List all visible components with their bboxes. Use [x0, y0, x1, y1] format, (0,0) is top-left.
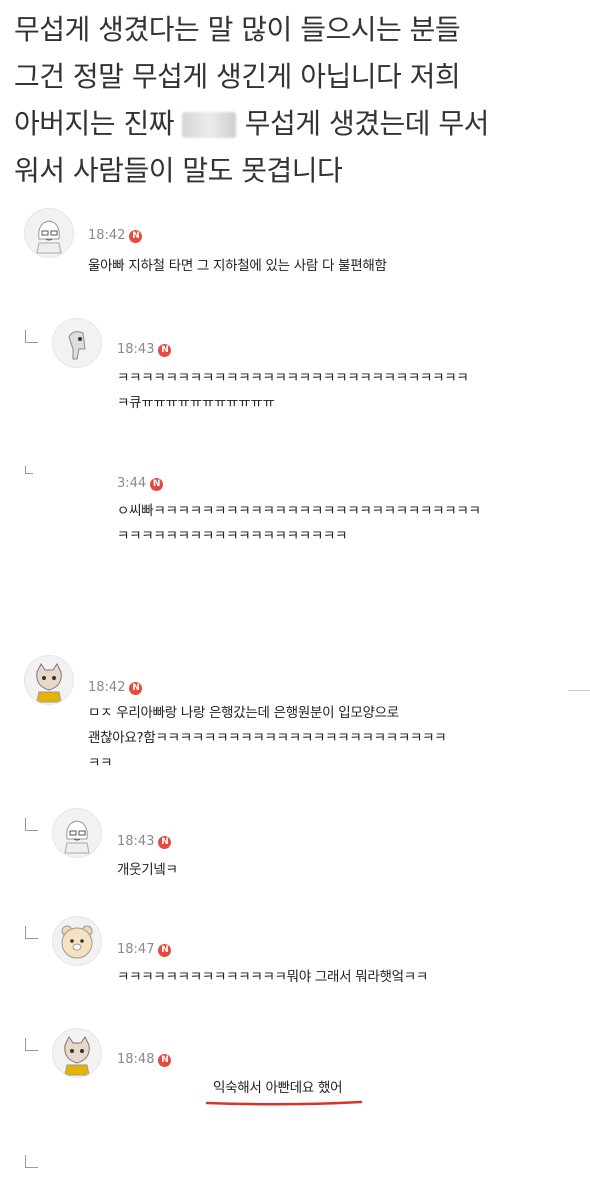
comment-text: 익숙해서 아빤데요 했어 — [213, 1080, 343, 1096]
comment-text: ㅇ씨빠ㅋㅋㅋㅋㅋㅋㅋㅋㅋㅋㅋㅋㅋㅋㅋㅋㅋㅋㅋㅋㅋㅋㅋㅋㅋㅋㅋ ㅋㅋㅋㅋㅋㅋㅋㅋㅋ… — [117, 503, 481, 544]
post-line-part: 무섭게 생겼는데 무서 — [236, 107, 490, 140]
post-body: 무섭게 생겼다는 말 많이 들으시는 분들 그건 정말 무섭게 생긴게 아닙니다… — [14, 6, 580, 194]
new-badge: N — [158, 836, 172, 849]
comment-time: 18:42 — [88, 228, 126, 243]
new-badge: N — [129, 230, 143, 243]
edge-divider — [568, 690, 590, 691]
comment-time: 18:47 — [117, 942, 155, 957]
post-line: 아버지는 진짜 무섭게 생겼는데 무서 — [14, 100, 580, 147]
comment-text: ㅁㅈ 우리아빠랑 나랑 은행갔는데 은행원분이 입모양으로 괜찮아요?함ㅋㅋㅋㅋ… — [88, 705, 447, 771]
red-underline — [205, 1100, 363, 1106]
comment-time: 18:43 — [117, 834, 155, 849]
new-badge: N — [158, 344, 172, 357]
comment-text: ㅋㅋㅋㅋㅋㅋㅋㅋㅋㅋㅋㅋㅋㅋ뭐야 그래서 뭐라햇엌ㅋㅋ — [117, 969, 428, 985]
reply-arrow-icon — [25, 818, 38, 831]
reply-arrow-icon — [25, 1038, 38, 1051]
post-line-part: 아버지는 진짜 — [14, 107, 183, 140]
reply-arrow-icon — [25, 926, 38, 939]
comment-text: 울아빠 지하철 타면 그 지하철에 있는 사람 다 불편해함 — [88, 258, 387, 274]
comment-text: 개웃기넼ㅋ — [117, 862, 178, 878]
reply-arrow-icon — [25, 466, 33, 474]
comment-time: 18:43 — [117, 342, 155, 357]
new-badge: N — [158, 944, 172, 957]
face-avatar-icon[interactable] — [52, 808, 102, 858]
comment-time: 3:44 — [117, 476, 147, 491]
character-avatar-icon[interactable] — [52, 318, 102, 368]
cat-avatar-icon[interactable] — [52, 1028, 102, 1078]
comment-time: 18:48 — [117, 1052, 155, 1067]
new-badge: N — [158, 1054, 172, 1067]
post-line: 무섭게 생겼다는 말 많이 들으시는 분들 — [14, 13, 461, 46]
comment-time: 18:42 — [88, 680, 126, 695]
face-avatar-icon[interactable] — [24, 208, 74, 258]
reply-arrow-icon — [25, 330, 38, 343]
new-badge: N — [150, 478, 164, 491]
censored-blur — [182, 112, 237, 138]
reply-arrow-icon — [25, 1155, 38, 1168]
cat-avatar-icon[interactable] — [24, 655, 74, 705]
new-badge: N — [129, 682, 143, 695]
post-line: 그건 정말 무섭게 생긴게 아닙니다 저희 — [14, 60, 461, 93]
comment-text: ㅋㅋㅋㅋㅋㅋㅋㅋㅋㅋㅋㅋㅋㅋㅋㅋㅋㅋㅋㅋㅋㅋㅋㅋㅋㅋㅋㅋㅋ ㅋ큐ㅠㅠㅠㅠㅠㅠㅠㅠ… — [117, 370, 469, 411]
bear-avatar-icon[interactable] — [52, 916, 102, 966]
post-line: 워서 사람들이 말도 못겹니다 — [14, 154, 343, 187]
